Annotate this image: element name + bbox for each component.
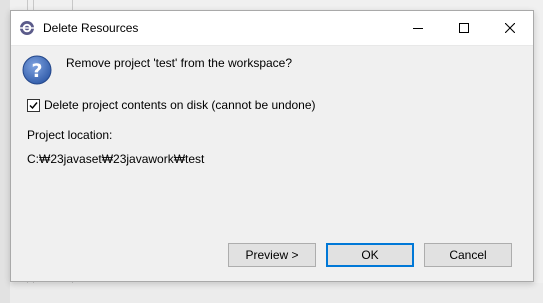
project-location-value: C:₩23javaset₩23javawork₩test xyxy=(27,152,205,166)
background-panel xyxy=(10,283,543,303)
delete-contents-option[interactable]: Delete project contents on disk (cannot … xyxy=(27,98,316,112)
maximize-icon xyxy=(459,23,469,33)
delete-contents-label: Delete project contents on disk (cannot … xyxy=(44,98,316,112)
close-button[interactable] xyxy=(487,11,533,45)
ok-button[interactable]: OK xyxy=(326,243,414,267)
cancel-button[interactable]: Cancel xyxy=(424,243,512,267)
project-location-label: Project location: xyxy=(27,128,113,142)
delete-contents-checkbox[interactable] xyxy=(27,98,40,112)
question-icon: ? xyxy=(22,55,52,85)
svg-text:?: ? xyxy=(31,60,42,82)
window-title: Delete Resources xyxy=(43,21,139,35)
checkmark-icon xyxy=(29,101,38,109)
eclipse-app-icon xyxy=(19,20,35,36)
background-panel xyxy=(0,0,10,303)
preview-button[interactable]: Preview > xyxy=(228,243,316,267)
close-icon xyxy=(505,23,515,33)
minimize-button[interactable] xyxy=(395,11,441,45)
maximize-button[interactable] xyxy=(441,11,487,45)
title-bar[interactable]: Delete Resources xyxy=(11,11,533,46)
confirmation-message: Remove project 'test' from the workspace… xyxy=(66,56,293,70)
delete-resources-dialog: Delete Resources ? Remove project 'test'… xyxy=(10,10,534,282)
minimize-icon xyxy=(413,28,423,29)
